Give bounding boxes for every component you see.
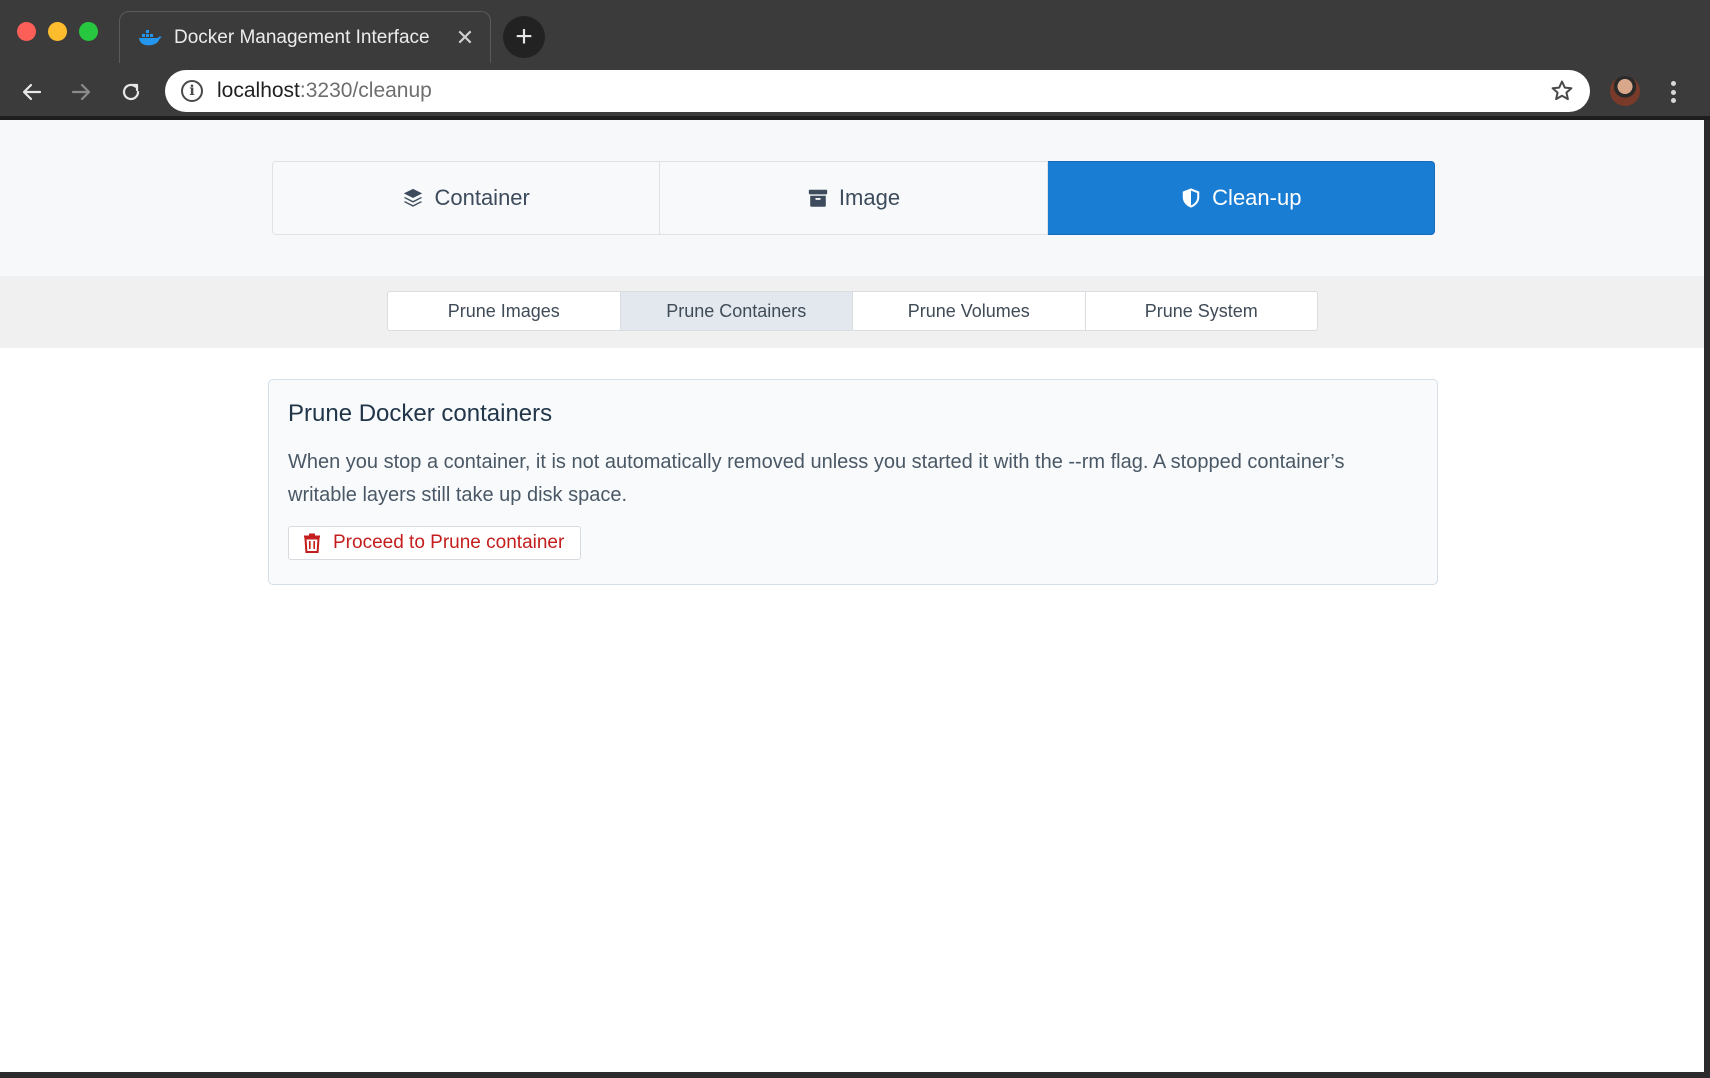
sub-nav-area: Prune Images Prune Containers Prune Volu… (0, 276, 1710, 348)
window-maximize-button[interactable] (79, 22, 98, 41)
reload-icon (122, 83, 140, 101)
page-content: Container Image Clean-up Prune Images Pr… (0, 120, 1710, 1078)
back-button[interactable] (15, 75, 49, 109)
tab-image[interactable]: Image (660, 161, 1048, 235)
tab-image-label: Image (838, 185, 901, 210)
archive-icon (808, 189, 828, 207)
site-info-icon[interactable]: i (181, 80, 203, 102)
tab-clean-up[interactable]: Clean-up (1047, 161, 1435, 235)
forward-button[interactable] (64, 75, 98, 109)
sub-tabs: Prune Images Prune Containers Prune Volu… (387, 291, 1318, 331)
card-title: Prune Docker containers (288, 400, 553, 427)
card-description: When you stop a container, it is not aut… (288, 451, 1345, 506)
main-nav-area: Container Image Clean-up (0, 120, 1710, 276)
browser-titlebar: Docker Management Interface ✕ + (0, 0, 1710, 63)
arrow-left-icon (22, 83, 42, 101)
tab-close-icon[interactable]: ✕ (454, 26, 476, 49)
window-minimize-button[interactable] (48, 22, 67, 41)
shield-icon (1182, 188, 1200, 208)
prune-containers-card: Prune Docker containers When you stop a … (268, 379, 1438, 585)
proceed-prune-container-button[interactable]: Proceed to Prune container (288, 526, 582, 560)
main-tabs: Container Image Clean-up (272, 161, 1435, 235)
profile-avatar[interactable] (1610, 76, 1640, 106)
proceed-prune-container-label: Proceed to Prune container (333, 532, 565, 553)
tab-prune-images[interactable]: Prune Images (387, 291, 621, 331)
bookmark-star-icon[interactable] (1550, 79, 1574, 103)
tab-prune-system[interactable]: Prune System (1085, 291, 1318, 331)
window-close-button[interactable] (17, 22, 36, 41)
reload-button[interactable] (114, 75, 148, 109)
tab-prune-containers[interactable]: Prune Containers (620, 291, 853, 331)
tab-prune-volumes[interactable]: Prune Volumes (853, 291, 1086, 331)
tab-clean-up-label: Clean-up (1212, 185, 1302, 210)
browser-toolbar: i localhost:3230/cleanup (0, 63, 1710, 120)
window-edge-bottom (0, 1072, 1710, 1078)
new-tab-button[interactable]: + (503, 16, 545, 58)
url-path: :3230/cleanup (299, 79, 432, 102)
trash-icon (304, 533, 320, 553)
docker-whale-icon (139, 29, 162, 45)
url-host: localhost (217, 79, 300, 102)
browser-tab[interactable]: Docker Management Interface ✕ (119, 11, 491, 63)
address-bar[interactable]: i localhost:3230/cleanup (165, 70, 1590, 112)
window-edge-right (1704, 120, 1710, 1078)
layers-icon (404, 188, 423, 207)
tab-container[interactable]: Container (272, 161, 661, 235)
browser-menu-icon[interactable] (1664, 77, 1682, 107)
arrow-right-icon (71, 83, 91, 101)
tab-container-label: Container (434, 185, 530, 210)
tab-title: Docker Management Interface (174, 26, 430, 48)
